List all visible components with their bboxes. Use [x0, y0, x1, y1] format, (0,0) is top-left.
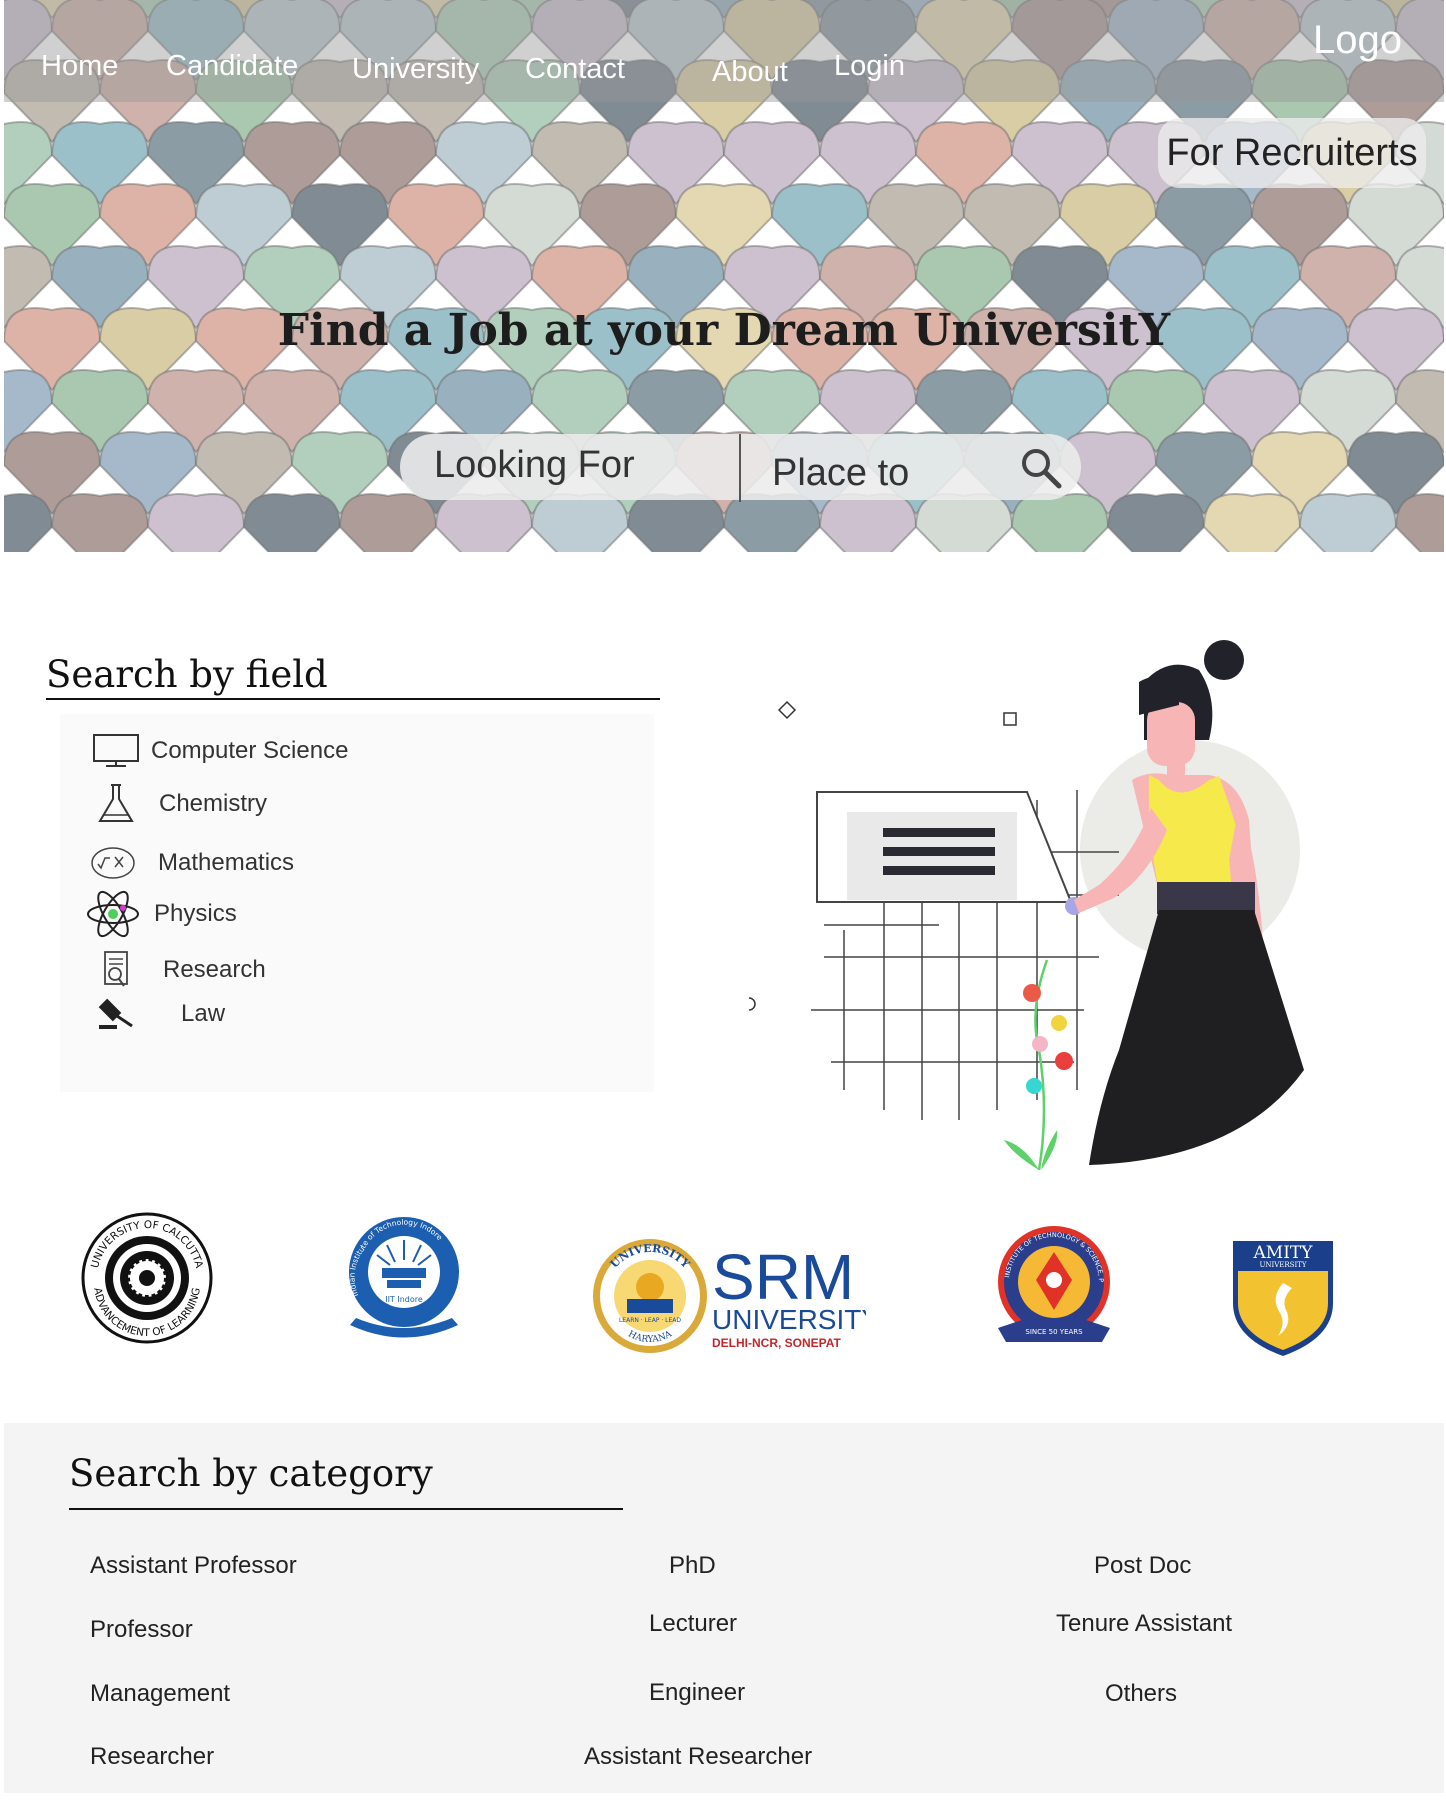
svg-text:UNIVERSITY: UNIVERSITY [712, 1304, 866, 1335]
category-management[interactable]: Management [90, 1680, 230, 1708]
category-tenure-assistant[interactable]: Tenure Assistant [1056, 1610, 1232, 1638]
for-recruiters-button[interactable]: For Recruiterts [1158, 118, 1426, 188]
gavel-icon [89, 991, 143, 1037]
flask-icon [89, 781, 143, 827]
field-label: Research [163, 956, 266, 983]
place-to-input[interactable]: Place to [772, 452, 909, 495]
category-post-doc[interactable]: Post Doc [1094, 1552, 1191, 1580]
category-assistant-professor[interactable]: Assistant Professor [90, 1552, 297, 1580]
hero-banner: Home Candidate University Contact About … [4, 0, 1444, 552]
page: Home Candidate University Contact About … [4, 0, 1444, 1807]
search-icon[interactable] [1019, 446, 1063, 490]
category-others[interactable]: Others [1105, 1680, 1177, 1708]
svg-text:LEARN · LEAP · LEAD: LEARN · LEAP · LEAD [619, 1317, 681, 1324]
hero-title: Find a Job at your Dream UniversitY [277, 305, 1171, 356]
nav-login[interactable]: Login [834, 50, 905, 83]
svg-text:AMITY: AMITY [1253, 1243, 1314, 1263]
field-label: Law [181, 1000, 226, 1027]
math-icon [86, 840, 140, 886]
category-phd[interactable]: PhD [669, 1552, 716, 1580]
nav-about[interactable]: About [712, 56, 788, 89]
nav-home[interactable]: Home [41, 50, 118, 83]
category-assistant-researcher[interactable]: Assistant Researcher [584, 1743, 812, 1771]
svg-text:UNIVERSITY: UNIVERSITY [1259, 1261, 1306, 1269]
srm-university-logo[interactable]: LEARN · LEAP · LEAD UNIVERSITY HARYANA S… [591, 1237, 866, 1355]
woman-presenting-illustration [748, 640, 1304, 1170]
field-item-computer-science[interactable]: Computer Science [89, 728, 348, 774]
category-engineer[interactable]: Engineer [649, 1679, 745, 1707]
nav-candidate[interactable]: Candidate [166, 50, 298, 83]
field-item-law[interactable]: Law [89, 991, 225, 1037]
document-search-icon [89, 947, 143, 993]
field-label: Chemistry [159, 790, 268, 817]
iit-indore-logo[interactable]: IIT Indore Indian Institute of Technolog… [342, 1210, 467, 1345]
nav-university[interactable]: University [352, 53, 479, 86]
search-bar: Looking For Place to [400, 434, 1081, 502]
field-label: Physics [154, 900, 237, 927]
field-title-underline [46, 698, 660, 700]
svg-text:IIT Indore: IIT Indore [385, 1295, 423, 1304]
svg-text:SINCE 50 YEARS: SINCE 50 YEARS [1025, 1328, 1083, 1336]
category-title-underline [69, 1508, 623, 1510]
category-professor[interactable]: Professor [90, 1616, 193, 1644]
svg-text:SRM: SRM [712, 1241, 854, 1313]
field-item-mathematics[interactable]: Mathematics [86, 840, 294, 886]
top-navbar: Home Candidate University Contact About … [4, 0, 1444, 102]
field-label: Mathematics [158, 849, 295, 876]
amity-university-logo[interactable]: AMITY UNIVERSITY [1230, 1238, 1336, 1358]
atom-icon [86, 890, 140, 938]
looking-for-input[interactable]: Looking For [434, 444, 635, 487]
bit-logo[interactable]: BIRLA INSTITUTE OF TECHNOLOGY & SCIENCE,… [992, 1220, 1117, 1358]
nav-contact[interactable]: Contact [525, 53, 625, 86]
site-logo[interactable]: Logo [1313, 18, 1402, 63]
search-by-field-title: Search by field [46, 653, 328, 696]
category-lecturer[interactable]: Lecturer [649, 1610, 737, 1638]
field-label: Computer Science [151, 737, 349, 764]
category-section: Search by category Assistant Professor P… [4, 1423, 1444, 1793]
field-item-research[interactable]: Research [89, 947, 266, 993]
field-item-physics[interactable]: Physics [86, 890, 237, 938]
university-of-calcutta-logo[interactable]: UNIVERSITY OF CALCUTTA ADVANCEMENT OF LE… [80, 1208, 214, 1348]
svg-text:DELHI-NCR, SONEPAT: DELHI-NCR, SONEPAT [712, 1336, 842, 1350]
monitor-icon [89, 728, 143, 774]
category-researcher[interactable]: Researcher [90, 1743, 214, 1771]
field-item-chemistry[interactable]: Chemistry [89, 781, 267, 827]
search-by-category-title: Search by category [69, 1452, 433, 1495]
search-divider [739, 434, 741, 502]
